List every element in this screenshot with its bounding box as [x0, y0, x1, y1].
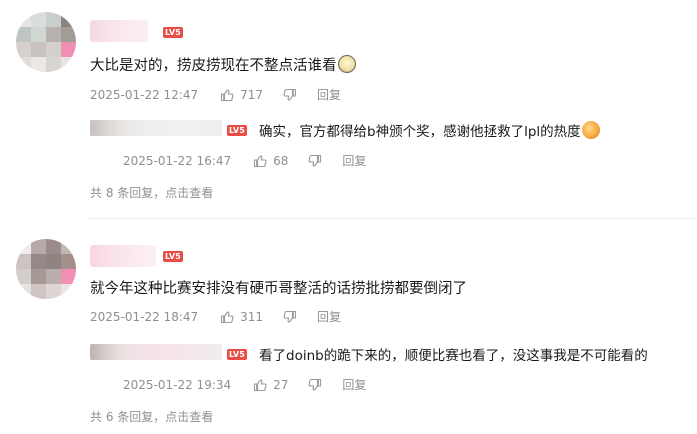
level-badge: LV5 [163, 27, 183, 38]
username[interactable] [90, 245, 156, 267]
reply-time: 2025-01-22 16:47 [123, 153, 232, 168]
like-count: 311 [240, 309, 264, 324]
reply-text: 确实，官方都得给b神颁个奖，感谢他拯救了lpl的热度 [259, 120, 600, 140]
level-badge: LV5 [163, 251, 183, 262]
reply-username[interactable] [90, 344, 222, 360]
avatar[interactable] [16, 12, 76, 72]
like-count: 27 [273, 377, 289, 392]
reply-meta: 2025-01-22 19:34 27 回复 [123, 376, 366, 393]
thumbs-up-icon[interactable] [220, 88, 234, 102]
thumbs-up-icon[interactable] [220, 310, 234, 324]
thumbs-up-icon[interactable] [253, 378, 267, 392]
thumbs-down-icon[interactable] [283, 310, 297, 324]
comment-text-content: 就今年这种比赛安排没有硬币哥整活的话捞批捞都要倒闭了 [90, 281, 467, 297]
comment-item: LV5 就今年这种比赛安排没有硬币哥整活的话捞批捞都要倒闭了 2025-01-2… [0, 219, 697, 434]
avatar[interactable] [16, 239, 76, 299]
reply-text: 看了doinb的跪下来的，顺便比赛也看了，没这事我是不可能看的 [259, 344, 648, 364]
reply-username[interactable] [90, 120, 222, 136]
thumbs-up-icon[interactable] [253, 154, 267, 168]
thumbs-down-icon[interactable] [283, 88, 297, 102]
level-badge: LV5 [227, 349, 247, 360]
reply-meta: 2025-01-22 16:47 68 回复 [123, 152, 366, 169]
reply-button[interactable]: 回复 [317, 308, 341, 325]
comment-meta: 2025-01-22 18:47 311 回复 [90, 308, 341, 325]
like-count: 717 [240, 87, 264, 102]
comment-meta: 2025-01-22 12:47 717 回复 [90, 86, 341, 103]
comment-time: 2025-01-22 12:47 [90, 87, 199, 102]
happy-face-emoji [337, 55, 356, 73]
comment-time: 2025-01-22 18:47 [90, 309, 199, 324]
reply-time: 2025-01-22 19:34 [123, 377, 232, 392]
reply-button[interactable]: 回复 [342, 376, 366, 393]
comment-text: 就今年这种比赛安排没有硬币哥整活的话捞批捞都要倒闭了 [90, 277, 467, 298]
like-count: 68 [273, 153, 289, 168]
reply-text-content: 看了doinb的跪下来的，顺便比赛也看了，没这事我是不可能看的 [259, 348, 648, 364]
reply-button[interactable]: 回复 [317, 86, 341, 103]
username[interactable] [90, 20, 148, 42]
comment-item: LV5 大比是对的，捞皮捞现在不整点活谁看 2025-01-22 12:47 7… [0, 0, 697, 218]
thumbs-down-icon[interactable] [308, 378, 322, 392]
view-replies-link[interactable]: 共 8 条回复，点击查看 [90, 184, 213, 201]
reply-text-content: 确实，官方都得给b神颁个奖，感谢他拯救了lpl的热度 [259, 124, 581, 140]
comment-text-content: 大比是对的，捞皮捞现在不整点活谁看 [90, 58, 337, 74]
level-badge: LV5 [227, 125, 247, 136]
thumbs-down-icon[interactable] [308, 154, 322, 168]
view-replies-link[interactable]: 共 6 条回复，点击查看 [90, 408, 213, 425]
comment-text: 大比是对的，捞皮捞现在不整点活谁看 [90, 54, 356, 75]
reply-button[interactable]: 回复 [342, 152, 366, 169]
laugh-emoji [581, 121, 600, 139]
